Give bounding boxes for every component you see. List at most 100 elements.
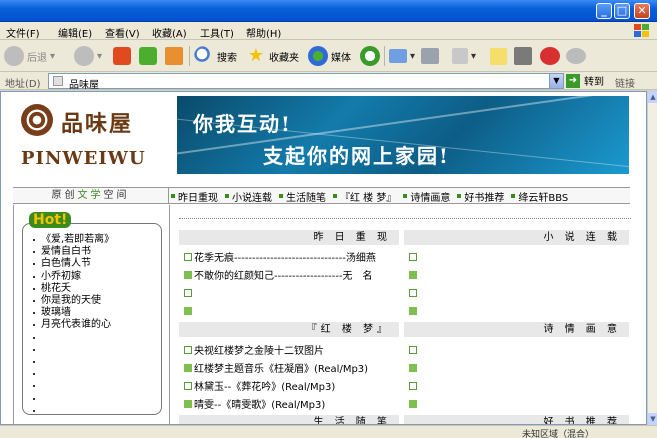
- list-item[interactable]: 不敢你的红颜知己-------------------无 名: [184, 267, 373, 282]
- bullet-icon: [225, 194, 229, 198]
- logo-chinese: 品味屋: [61, 111, 134, 137]
- discuss-button[interactable]: [490, 44, 510, 68]
- bullet-icon: [33, 324, 35, 327]
- address-value: 品味屋: [69, 80, 99, 91]
- chevron-down-icon[interactable]: ▼: [549, 74, 563, 88]
- media-button[interactable]: 媒体: [308, 44, 351, 68]
- refresh-button[interactable]: [139, 44, 160, 68]
- list-item[interactable]: 你是我的天使: [33, 295, 114, 307]
- address-bar: 地址(D) 品味屋 ▼ ➜ 转到 链接: [0, 72, 657, 91]
- scroll-down-icon[interactable]: ▼: [648, 413, 657, 425]
- nav-link[interactable]: 好书推荐: [457, 189, 504, 204]
- status-bar: 未知区域（混合）: [0, 425, 657, 438]
- list-item: [409, 360, 419, 375]
- list-item[interactable]: 《爱,若即若离》: [33, 234, 114, 246]
- filled-square-icon: [184, 399, 192, 408]
- list-item: [184, 285, 194, 300]
- qq-button[interactable]: [540, 44, 563, 68]
- filled-square-icon: [409, 363, 417, 372]
- title-bar: _ □ ✕: [0, 0, 657, 22]
- vertical-scrollbar[interactable]: ▲ ▼: [647, 91, 657, 425]
- banner-line1: 你我互动!: [193, 112, 292, 136]
- filled-square-icon: [409, 306, 417, 315]
- empty-square-icon: [409, 288, 417, 297]
- list-item: [33, 332, 114, 344]
- stop-button[interactable]: [113, 44, 134, 68]
- list-item[interactable]: 月亮代表谁的心: [33, 319, 114, 331]
- list-item: [33, 405, 114, 417]
- address-input[interactable]: 品味屋 ▼: [48, 73, 564, 91]
- filled-square-icon: [184, 270, 192, 279]
- home-icon: [165, 47, 183, 65]
- list-item[interactable]: 央视红楼梦之金陵十二钗图片: [184, 342, 324, 357]
- back-button[interactable]: 后退 ▾: [4, 44, 55, 68]
- list-item[interactable]: 白色情人节: [33, 258, 114, 270]
- nav-row: 原创文学空间 昨日重现 小说连载 生活随笔 『红 楼 梦』 诗情画意 好书推荐 …: [13, 187, 630, 204]
- filled-square-icon: [409, 270, 417, 279]
- dotted-divider: [179, 218, 631, 219]
- messenger-button[interactable]: [514, 44, 535, 68]
- history-button[interactable]: [360, 44, 383, 68]
- maximize-button[interactable]: □: [614, 3, 630, 19]
- minimize-button[interactable]: _: [596, 3, 612, 19]
- bullet-icon: [33, 263, 35, 266]
- empty-square-icon: [184, 345, 192, 354]
- chat-button[interactable]: [566, 44, 589, 68]
- menu-tools[interactable]: 工具(T): [200, 25, 234, 40]
- list-item[interactable]: 小乔初嫁: [33, 271, 114, 283]
- panel-title-books: 好 书 推 荐: [404, 415, 629, 424]
- list-item[interactable]: 玻璃墙: [33, 307, 114, 319]
- list-item[interactable]: 花季无痕-------------------------------汤细燕: [184, 249, 376, 264]
- menu-file[interactable]: 文件(F): [6, 25, 40, 40]
- nav-link[interactable]: 『红 楼 梦』: [333, 189, 396, 204]
- nav-link[interactable]: 小说连载: [225, 189, 272, 204]
- chat-bubble-icon: [566, 48, 586, 64]
- list-item: [33, 356, 114, 368]
- nav-link[interactable]: 生活随笔: [279, 189, 326, 204]
- list-item[interactable]: 晴雯--《晴雯歌》(Real/Mp3): [184, 396, 325, 411]
- scroll-up-icon[interactable]: ▲: [648, 91, 657, 103]
- star-icon: ★: [247, 45, 265, 66]
- links-button[interactable]: 链接: [615, 75, 635, 90]
- favorites-button[interactable]: ★ 收藏夹: [246, 44, 299, 68]
- go-button[interactable]: ➜ 转到: [566, 73, 604, 88]
- search-button[interactable]: 搜索: [194, 44, 237, 68]
- menu-help[interactable]: 帮助(H): [246, 25, 281, 40]
- security-zone: 未知区域（混合）: [522, 430, 595, 438]
- hot-list: 《爱,若即若离》 爱情自白书 白色情人节 小乔初嫁 桃花夭 你是我的天使 玻璃墙…: [33, 234, 114, 417]
- bullet-icon: [33, 239, 35, 242]
- panel-title-essay: 生 活 随 笔: [179, 415, 399, 424]
- menu-favorites[interactable]: 收藏(A): [152, 25, 187, 40]
- nav-link[interactable]: 诗情画意: [403, 189, 450, 204]
- list-item[interactable]: 红楼梦主题音乐《枉凝眉》(Real/Mp3): [184, 360, 368, 375]
- forward-button[interactable]: ▾: [74, 44, 102, 68]
- nav-link[interactable]: 绛云轩BBS: [511, 189, 568, 204]
- banner-line2: 支起你的网上家园!: [263, 144, 450, 168]
- bullet-icon: [33, 397, 35, 400]
- list-item[interactable]: 林黛玉--《葬花吟》(Real/Mp3): [184, 378, 335, 393]
- print-button[interactable]: [421, 44, 442, 68]
- note-icon: [490, 47, 507, 65]
- nav-section-title: 原创文学空间: [13, 188, 169, 204]
- close-button[interactable]: ✕: [634, 3, 650, 19]
- menu-bar: 文件(F) 编辑(E) 查看(V) 收藏(A) 工具(T) 帮助(H): [0, 22, 657, 40]
- list-item: [33, 368, 114, 380]
- edit-button[interactable]: ▾: [452, 44, 476, 68]
- filled-square-icon: [409, 399, 417, 408]
- list-item[interactable]: 爱情自白书: [33, 246, 114, 258]
- history-icon: [360, 46, 380, 66]
- mail-button[interactable]: ▾: [389, 44, 415, 68]
- menu-edit[interactable]: 编辑(E): [58, 25, 92, 40]
- list-item: [33, 344, 114, 356]
- home-button[interactable]: [165, 44, 186, 68]
- list-item[interactable]: 桃花夭: [33, 283, 114, 295]
- menu-view[interactable]: 查看(V): [105, 25, 140, 40]
- back-arrow-icon: [4, 46, 24, 66]
- panel-title-novel: 小 说 连 载: [404, 230, 629, 245]
- site-logo[interactable]: 品味屋 PINWEIWU: [13, 100, 163, 180]
- media-icon: [308, 46, 328, 66]
- bullet-icon: [33, 373, 35, 376]
- bullet-icon: [33, 275, 35, 278]
- nav-link[interactable]: 昨日重现: [171, 189, 218, 204]
- filled-square-icon: [184, 363, 192, 372]
